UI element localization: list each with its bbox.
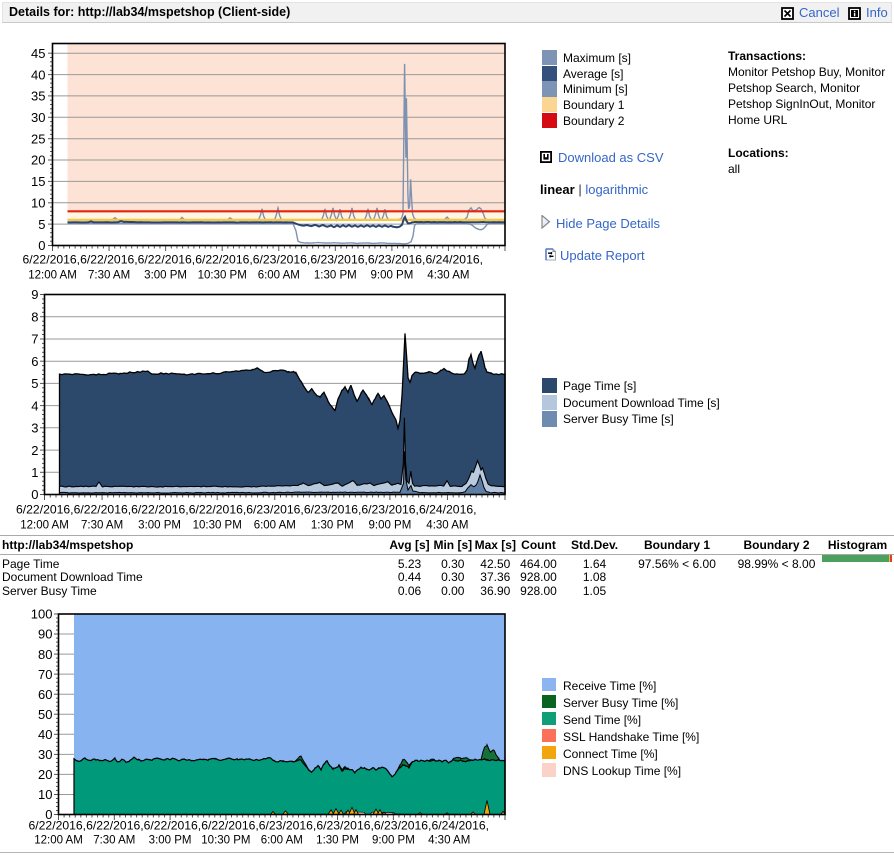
svg-text:70: 70: [38, 667, 52, 682]
svg-text:10:30 PM: 10:30 PM: [201, 835, 250, 847]
svg-text:6:00 AM: 6:00 AM: [261, 835, 303, 847]
svg-text:6:00 AM: 6:00 AM: [258, 270, 300, 282]
svg-text:3:00 PM: 3:00 PM: [144, 270, 187, 282]
svg-text:7:30 AM: 7:30 AM: [93, 835, 135, 847]
svg-text:3:00 PM: 3:00 PM: [138, 520, 181, 532]
svg-text:10:30 PM: 10:30 PM: [198, 270, 247, 282]
svg-text:45: 45: [31, 46, 45, 61]
svg-text:6/22/2016,6/22/2016,6/22/2016,: 6/22/2016,6/22/2016,6/22/2016,6/22/2016,…: [16, 503, 477, 517]
svg-text:6: 6: [31, 354, 38, 369]
svg-text:7: 7: [31, 332, 38, 347]
svg-text:8: 8: [31, 309, 38, 324]
svg-text:9:00 PM: 9:00 PM: [372, 835, 415, 847]
svg-text:1:30 PM: 1:30 PM: [311, 520, 354, 532]
svg-text:5: 5: [38, 217, 45, 232]
svg-text:1:30 PM: 1:30 PM: [316, 835, 359, 847]
svg-text:7:30 AM: 7:30 AM: [81, 520, 123, 532]
svg-text:20: 20: [31, 153, 45, 168]
svg-text:2: 2: [31, 443, 38, 458]
svg-text:7:30 AM: 7:30 AM: [88, 270, 130, 282]
svg-text:20: 20: [38, 767, 52, 782]
svg-text:80: 80: [38, 647, 52, 662]
svg-text:50: 50: [38, 707, 52, 722]
svg-text:12:00 AM: 12:00 AM: [34, 835, 83, 847]
svg-text:35: 35: [31, 89, 45, 104]
svg-text:9:00 PM: 9:00 PM: [370, 270, 413, 282]
svg-text:100: 100: [31, 607, 53, 622]
svg-text:15: 15: [31, 174, 45, 189]
svg-text:0: 0: [38, 238, 45, 253]
svg-text:6/22/2016,6/22/2016,6/22/2016,: 6/22/2016,6/22/2016,6/22/2016,6/22/2016,…: [29, 819, 490, 833]
svg-text:30: 30: [31, 110, 45, 125]
svg-text:25: 25: [31, 131, 45, 146]
svg-text:9:00 PM: 9:00 PM: [368, 520, 411, 532]
svg-text:10: 10: [38, 787, 52, 802]
svg-text:40: 40: [38, 727, 52, 742]
svg-text:12:00 AM: 12:00 AM: [20, 520, 69, 532]
svg-text:12:00 AM: 12:00 AM: [28, 270, 77, 282]
svg-text:6/22/2016,6/22/2016,6/22/2016,: 6/22/2016,6/22/2016,6/22/2016,6/22/2016,…: [23, 253, 484, 267]
svg-text:9: 9: [31, 287, 38, 302]
svg-text:40: 40: [31, 67, 45, 82]
svg-text:4:30 AM: 4:30 AM: [426, 520, 468, 532]
svg-text:1:30 PM: 1:30 PM: [314, 270, 357, 282]
svg-text:60: 60: [38, 687, 52, 702]
svg-text:4:30 AM: 4:30 AM: [427, 270, 469, 282]
svg-text:4: 4: [31, 398, 38, 413]
svg-text:30: 30: [38, 747, 52, 762]
svg-text:10:30 PM: 10:30 PM: [193, 520, 242, 532]
svg-text:4:30 AM: 4:30 AM: [428, 835, 470, 847]
svg-text:3:00 PM: 3:00 PM: [149, 835, 192, 847]
svg-text:0: 0: [31, 487, 38, 502]
svg-text:90: 90: [38, 627, 52, 642]
svg-text:1: 1: [31, 465, 38, 480]
svg-text:5: 5: [31, 376, 38, 391]
svg-text:10: 10: [31, 196, 45, 211]
svg-text:3: 3: [31, 421, 38, 436]
svg-text:6:00 AM: 6:00 AM: [254, 520, 296, 532]
